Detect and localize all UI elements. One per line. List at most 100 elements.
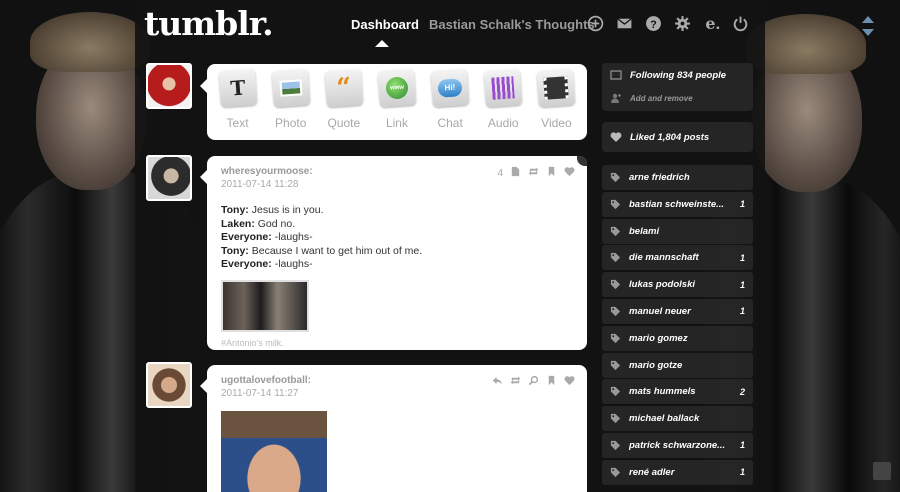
- reblog-icon[interactable]: [510, 375, 521, 389]
- tag-name: patrick schwarzone...: [629, 439, 726, 451]
- post-tag[interactable]: #Antonio's milk.: [221, 338, 573, 348]
- tag-icon: [610, 467, 621, 478]
- video-icon: [537, 68, 576, 108]
- tag-count: 1: [739, 440, 745, 451]
- scroll-down-icon[interactable]: [862, 29, 874, 36]
- note-count[interactable]: 4: [497, 168, 503, 179]
- corner-widget[interactable]: [873, 462, 891, 480]
- reply-icon[interactable]: [492, 375, 503, 389]
- chat-speaker: Tony:: [221, 204, 249, 216]
- post-type-label: Photo: [275, 116, 307, 130]
- tracked-tag-item[interactable]: manuel neuer 1: [602, 298, 753, 324]
- help-icon[interactable]: ?: [645, 15, 662, 32]
- tag-icon: [610, 413, 621, 424]
- chat-line: Everyone: -laughs-: [221, 231, 573, 245]
- tag-name: manuel neuer: [629, 305, 691, 317]
- add-user-icon: [610, 92, 622, 104]
- add-remove-row[interactable]: Add and remove: [602, 87, 753, 109]
- tracked-tags-list: arne friedrich bastian schweinste... 1 bela…: [602, 165, 753, 487]
- tag-icon: [610, 440, 621, 451]
- new-post-icon[interactable]: [587, 15, 604, 32]
- scroll-arrows[interactable]: [862, 16, 874, 36]
- chat-line: Everyone: -laughs-: [221, 258, 573, 272]
- tag-name: mario gomez: [629, 332, 688, 344]
- tag-icon: [610, 199, 621, 210]
- link-icon-glyph: www: [385, 76, 409, 100]
- tag-icon: [610, 226, 621, 237]
- post-type-label: Audio: [487, 116, 519, 130]
- tracked-tag-item[interactable]: belami: [602, 218, 753, 244]
- tracked-tag-item[interactable]: rené adler 1: [602, 459, 753, 485]
- tracked-tag-item[interactable]: mario gomez: [602, 325, 753, 351]
- following-row[interactable]: Following 834 people: [602, 63, 753, 87]
- tracked-tag-item[interactable]: die mannschaft 1: [602, 245, 753, 271]
- post-photo[interactable]: [221, 411, 327, 492]
- svg-text:e: e: [705, 15, 715, 32]
- tag-count: 1: [739, 199, 745, 210]
- following-count[interactable]: Following 834 people: [630, 70, 726, 81]
- post-avatar[interactable]: [146, 155, 192, 201]
- post-type-selector: T Text Photo “ Quote www Link Hi! Chat A…: [207, 64, 587, 140]
- nav-active-indicator: [375, 40, 389, 47]
- tag-count: 1: [739, 467, 745, 478]
- notes-icon[interactable]: [510, 166, 521, 180]
- tracked-tag-item[interactable]: bastian schweinste... 1: [602, 191, 753, 217]
- tracked-tag-item[interactable]: patrick schwarzone... 1: [602, 432, 753, 458]
- audio-icon: [484, 68, 523, 108]
- edit-icon[interactable]: e: [703, 14, 720, 33]
- following-box[interactable]: Following 834 people Add and remove: [602, 63, 753, 111]
- post-pointer: [200, 170, 207, 184]
- search-icon[interactable]: [528, 375, 539, 389]
- tracked-tag-item[interactable]: michael ballack: [602, 406, 753, 432]
- chat-line: Tony: Because I want to get him out of m…: [221, 245, 573, 259]
- liked-box[interactable]: Liked 1,804 posts: [602, 122, 753, 152]
- tag-count: 1: [739, 279, 745, 290]
- bookmark-icon[interactable]: [546, 375, 557, 389]
- tracked-tag-item[interactable]: mario gotze: [602, 352, 753, 378]
- power-icon[interactable]: [732, 15, 749, 32]
- post-type-quote[interactable]: “ Quote: [319, 68, 369, 140]
- post-controls: 4: [497, 166, 575, 180]
- tag-icon: [610, 306, 621, 317]
- tag-name: michael ballack: [629, 413, 700, 425]
- reblog-icon[interactable]: [528, 166, 539, 180]
- post-type-link[interactable]: www Link: [372, 68, 422, 140]
- add-remove-link[interactable]: Add and remove: [630, 94, 693, 103]
- settings-icon[interactable]: [674, 15, 691, 32]
- post-type-text[interactable]: T Text: [213, 68, 263, 140]
- tracked-tag-item[interactable]: mats hummels 2: [602, 379, 753, 405]
- chat-speaker: Tony:: [221, 244, 249, 257]
- post-photo[interactable]: [221, 279, 309, 332]
- nav-blog-link[interactable]: Bastian Schalk's Thoughts: [429, 17, 595, 32]
- following-icon: [610, 69, 622, 81]
- my-avatar[interactable]: [146, 63, 192, 109]
- tag-name: mario gotze: [629, 359, 683, 371]
- tag-name: bastian schweinste...: [629, 198, 725, 210]
- post-type-label: Chat: [437, 116, 463, 130]
- tag-count: 1: [739, 252, 745, 263]
- tracked-tag-item[interactable]: arne friedrich: [602, 165, 753, 190]
- chat-line: Tony: Jesus is in you.: [221, 204, 573, 218]
- liked-count[interactable]: Liked 1,804 posts: [630, 132, 709, 143]
- scroll-up-icon[interactable]: [862, 16, 874, 23]
- liked-row[interactable]: Liked 1,804 posts: [602, 122, 753, 152]
- like-heart-icon[interactable]: [564, 166, 575, 180]
- mail-icon[interactable]: [616, 15, 633, 32]
- link-icon: www: [377, 68, 417, 108]
- post-type-photo[interactable]: Photo: [266, 68, 316, 140]
- post-type-chat[interactable]: Hi! Chat: [425, 68, 475, 140]
- chat-text: -laughs-: [271, 258, 313, 270]
- tag-icon: [610, 279, 621, 290]
- tracked-tag-item[interactable]: lukas podolski 1: [602, 272, 753, 298]
- chat-icon-glyph: Hi!: [437, 78, 463, 98]
- like-heart-icon[interactable]: [564, 375, 575, 389]
- post-type-video[interactable]: Video: [531, 68, 581, 140]
- quote-icon: “: [324, 68, 364, 108]
- post-type-audio[interactable]: Audio: [478, 68, 528, 140]
- tag-icon: [610, 360, 621, 371]
- post-avatar[interactable]: [146, 362, 192, 408]
- chat-text: Because I want to get him out of me.: [248, 244, 423, 257]
- nav-dashboard[interactable]: Dashboard: [351, 17, 419, 32]
- tumblr-logo[interactable]: tumblr.: [144, 4, 274, 43]
- bookmark-icon[interactable]: [546, 166, 557, 180]
